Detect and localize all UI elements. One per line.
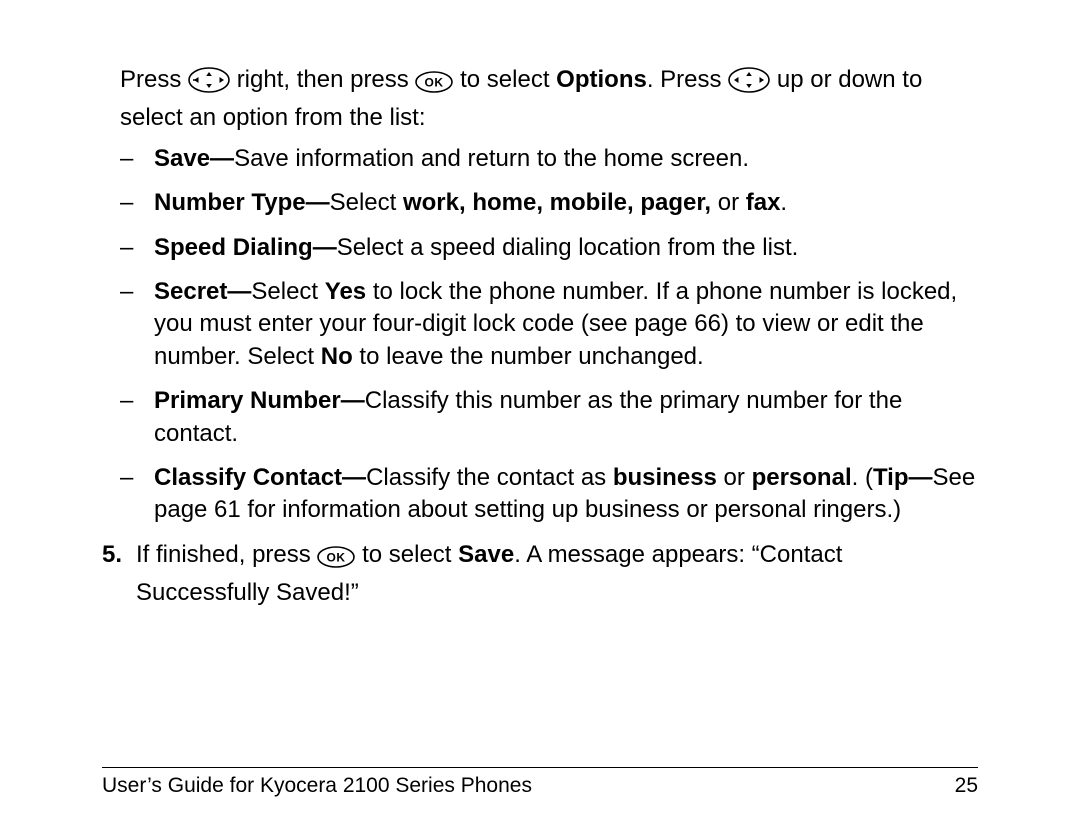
item-desc: to leave the number unchanged. bbox=[353, 343, 704, 370]
footer-rule bbox=[102, 767, 978, 768]
list-item-classify-contact: Classify Contact—Classify the contact as… bbox=[120, 462, 978, 527]
item-desc: Select bbox=[251, 278, 324, 305]
list-item-secret: Secret—Select Yes to lock the phone numb… bbox=[120, 276, 978, 373]
item-title: Save— bbox=[154, 145, 234, 172]
item-title: Primary Number— bbox=[154, 387, 365, 414]
nav-icon bbox=[188, 67, 230, 102]
list-item-speed-dialing: Speed Dialing—Select a speed dialing loc… bbox=[120, 232, 978, 264]
intro-text: right, then press bbox=[237, 66, 416, 93]
tip-word: Tip— bbox=[873, 464, 933, 491]
item-title: Classify Contact— bbox=[154, 464, 366, 491]
ok-icon: OK bbox=[415, 70, 453, 102]
step-5: 5. If finished, press OK to select Save.… bbox=[102, 539, 978, 610]
item-desc: Select bbox=[330, 189, 403, 216]
yes-word: Yes bbox=[325, 278, 366, 305]
list-item-save: Save—Save information and return to the … bbox=[120, 143, 978, 175]
page-body: Press right, then press OK to select Opt… bbox=[102, 64, 978, 609]
item-title: Speed Dialing— bbox=[154, 234, 337, 261]
step-number: 5. bbox=[102, 539, 122, 571]
item-desc: . bbox=[780, 189, 787, 216]
options-list: Save—Save information and return to the … bbox=[120, 143, 978, 527]
item-desc: . ( bbox=[852, 464, 873, 491]
ok-icon: OK bbox=[317, 545, 355, 577]
svg-text:OK: OK bbox=[327, 550, 346, 564]
step-text: to select bbox=[362, 541, 458, 568]
intro-text: . Press bbox=[647, 66, 728, 93]
intro-text: Press bbox=[120, 66, 188, 93]
footer-page-number: 25 bbox=[955, 772, 978, 800]
list-item-number-type: Number Type—Select work, home, mobile, p… bbox=[120, 187, 978, 219]
intro-paragraph: Press right, then press OK to select Opt… bbox=[120, 64, 978, 135]
item-desc: or bbox=[711, 189, 746, 216]
list-item-primary-number: Primary Number—Classify this number as t… bbox=[120, 385, 978, 450]
page-footer: User’s Guide for Kyocera 2100 Series Pho… bbox=[102, 767, 978, 800]
nav-icon bbox=[728, 67, 770, 102]
step-text: If finished, press bbox=[136, 541, 317, 568]
item-title: Secret— bbox=[154, 278, 251, 305]
item-desc: Classify the contact as bbox=[366, 464, 613, 491]
save-word: Save bbox=[458, 541, 514, 568]
item-desc: Save information and return to the home … bbox=[234, 145, 749, 172]
personal-word: personal bbox=[752, 464, 852, 491]
item-desc-bold: work, home, mobile, pager, bbox=[403, 189, 711, 216]
item-title: Number Type— bbox=[154, 189, 330, 216]
svg-text:OK: OK bbox=[425, 76, 444, 90]
item-desc: Select a speed dialing location from the… bbox=[337, 234, 799, 261]
no-word: No bbox=[321, 343, 353, 370]
options-word: Options bbox=[556, 66, 647, 93]
intro-text: to select bbox=[460, 66, 556, 93]
item-desc-bold: fax bbox=[746, 189, 781, 216]
item-desc: or bbox=[717, 464, 752, 491]
business-word: business bbox=[613, 464, 717, 491]
footer-title: User’s Guide for Kyocera 2100 Series Pho… bbox=[102, 772, 532, 800]
